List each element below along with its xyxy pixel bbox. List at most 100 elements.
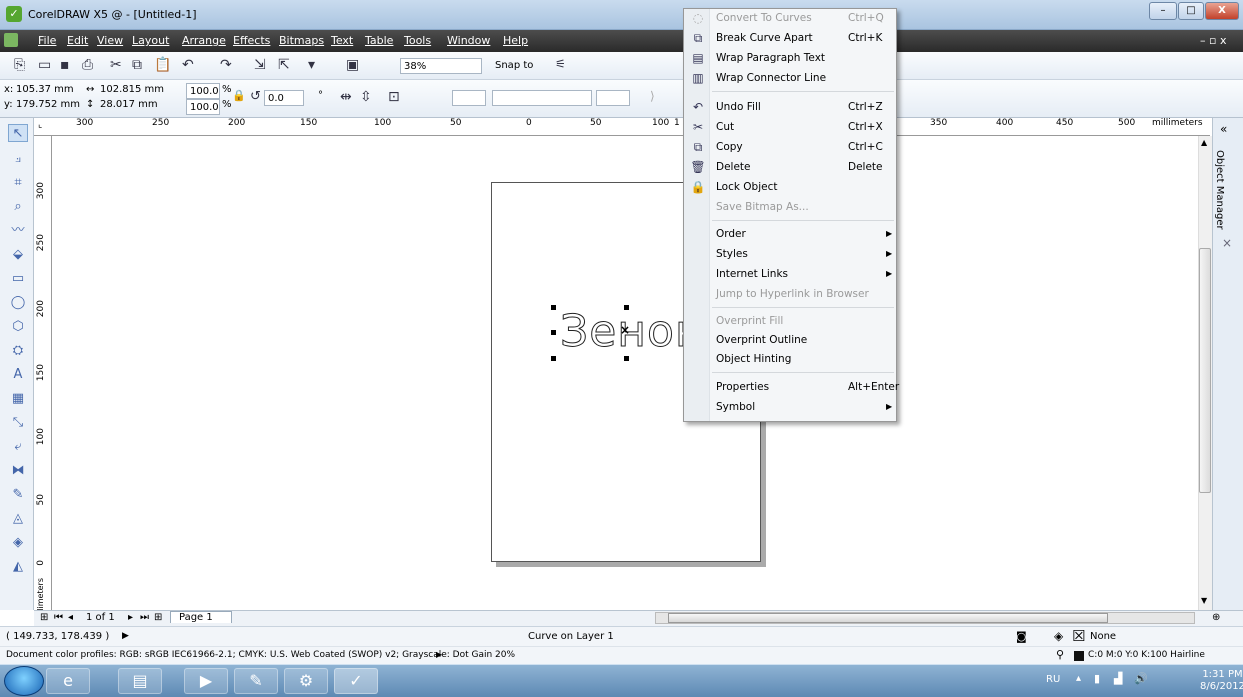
ctx-convert-to-curves[interactable]: Convert To Curves	[716, 9, 812, 27]
menu-text[interactable]: Text	[331, 34, 353, 47]
ctx-internet-links[interactable]: Internet Links	[716, 265, 788, 283]
save-icon[interactable]: ▪	[60, 57, 70, 73]
page-tab[interactable]: Page 1	[170, 611, 232, 623]
profiles-expand-icon[interactable]: ▶	[436, 650, 442, 659]
selection-handle[interactable]	[551, 305, 556, 310]
menu-bitmaps[interactable]: Bitmaps	[279, 34, 324, 47]
zoom-navigator-icon[interactable]: ⊕	[1212, 612, 1220, 623]
basic-shapes-tool-icon[interactable]: ⛭	[8, 342, 28, 360]
mirror-horizontal-icon[interactable]: ⇹	[340, 89, 352, 105]
vertical-ruler[interactable]: 300 250 200 150 100 50 0 millimeters	[34, 136, 52, 623]
object-manager-tab[interactable]: Object Manager	[1214, 150, 1225, 230]
network-status-icon[interactable]: ▟	[1114, 672, 1122, 685]
quick-trace-icon[interactable]: ⊡	[388, 89, 400, 105]
export-icon[interactable]: ⇱	[278, 57, 290, 73]
paint-app-icon[interactable]: ✎	[234, 668, 278, 694]
add-page-after-icon[interactable]: ⊞	[154, 612, 162, 623]
ctx-lock-object[interactable]: Lock Object	[716, 178, 777, 196]
scale-y-field[interactable]: 100.0	[186, 99, 220, 115]
ctx-properties[interactable]: Properties	[716, 378, 769, 396]
ctx-undo-fill[interactable]: Undo Fill	[716, 98, 761, 116]
menu-edit[interactable]: Edit	[67, 34, 88, 47]
ctx-overprint-outline[interactable]: Overprint Outline	[716, 331, 807, 349]
connector-tool-icon[interactable]: ⤶	[8, 438, 28, 456]
network-app-icon[interactable]: ⚙	[284, 668, 328, 694]
pick-tool-icon[interactable]: ↖	[8, 124, 28, 142]
add-page-before-icon[interactable]: ⊞	[40, 612, 48, 623]
menu-effects[interactable]: Effects	[233, 34, 270, 47]
ctx-delete[interactable]: Delete	[716, 158, 751, 176]
table-tool-icon[interactable]: ▦	[8, 390, 28, 408]
selection-handle[interactable]	[551, 330, 556, 335]
import-icon[interactable]: ⇲	[254, 57, 266, 73]
options-icon[interactable]: ⚟	[555, 57, 566, 71]
docker-collapse-icon[interactable]: «	[1220, 122, 1227, 136]
ctx-styles[interactable]: Styles	[716, 245, 748, 263]
ctx-overprint-fill[interactable]: Overprint Fill	[716, 312, 783, 330]
document-window-controls[interactable]: – ▫ x	[1200, 34, 1226, 47]
fill-tool-icon[interactable]: ◈	[8, 534, 28, 552]
system-clock[interactable]: 1:31 PM 8/6/2012	[1200, 669, 1243, 693]
redo-icon[interactable]: ↷	[220, 57, 232, 73]
ctx-jump-to-hyperlink[interactable]: Jump to Hyperlink in Browser	[716, 285, 869, 303]
rectangle-tool-icon[interactable]: ▭	[8, 270, 28, 288]
horizontal-ruler[interactable]: ⌞ 300 250 200 150 100 50 0 50 100 1 350 …	[34, 118, 1210, 136]
menu-help[interactable]: Help	[503, 34, 528, 47]
print-icon[interactable]: ⎙	[82, 57, 93, 73]
x-position-field[interactable]: 105.37 mm	[16, 84, 74, 95]
menu-layout[interactable]: Layout	[132, 34, 169, 47]
copy-icon[interactable]: ⧉	[132, 57, 142, 73]
ctx-save-bitmap-as[interactable]: Save Bitmap As...	[716, 198, 809, 216]
menu-table[interactable]: Table	[365, 34, 393, 47]
ctx-wrap-connector-line[interactable]: Wrap Connector Line	[716, 69, 826, 87]
previous-page-icon[interactable]: ◂	[68, 612, 73, 623]
zoom-level-select[interactable]: 38%	[400, 58, 482, 74]
start-button[interactable]	[4, 666, 44, 696]
ctx-object-hinting[interactable]: Object Hinting	[716, 350, 791, 368]
height-field[interactable]: 28.017 mm	[100, 99, 158, 110]
y-position-field[interactable]: 179.752 mm	[16, 99, 80, 110]
horizontal-scroll-thumb[interactable]	[668, 613, 1108, 623]
minimize-button[interactable]: –	[1149, 2, 1177, 20]
lock-ratio-icon[interactable]: 🔒	[232, 89, 246, 102]
maximize-button[interactable]: □	[1178, 2, 1204, 20]
file-explorer-icon[interactable]: ▤	[118, 668, 162, 694]
text-tool-icon[interactable]: A	[8, 366, 28, 384]
crop-tool-icon[interactable]: ⌗	[8, 174, 28, 192]
rotation-field[interactable]: 0.0	[264, 90, 304, 106]
ruler-origin-icon[interactable]: ⌞	[38, 120, 42, 130]
rotation-center-icon[interactable]: ×	[620, 323, 630, 337]
menu-tools[interactable]: Tools	[404, 34, 431, 47]
selection-handle[interactable]	[624, 305, 629, 310]
start-arrow-select[interactable]	[452, 90, 486, 106]
ellipse-tool-icon[interactable]: ◯	[8, 294, 28, 312]
ctx-cut[interactable]: Cut	[716, 118, 734, 136]
welcome-screen-icon[interactable]: ▣	[346, 57, 359, 73]
new-document-icon[interactable]: ⎘	[14, 57, 25, 73]
menu-arrange[interactable]: Arrange	[182, 34, 226, 47]
ctx-break-curve-apart[interactable]: Break Curve Apart	[716, 29, 813, 47]
vertical-scroll-thumb[interactable]	[1199, 248, 1211, 493]
status-expand-icon[interactable]: ▶	[122, 631, 129, 641]
media-player-icon[interactable]: ▶	[184, 668, 228, 694]
width-field[interactable]: 102.815 mm	[100, 84, 164, 95]
no-fill-swatch-icon[interactable]: ☒	[1072, 627, 1085, 645]
coreldraw-app-icon[interactable]: ✓	[6, 6, 22, 22]
tray-app-icon[interactable]: ▮	[1094, 672, 1100, 685]
ctx-symbol[interactable]: Symbol	[716, 398, 755, 416]
menu-window[interactable]: Window	[447, 34, 490, 47]
application-launcher-icon[interactable]: ▾	[308, 57, 315, 73]
show-hidden-icons-icon[interactable]: ▴	[1076, 673, 1081, 684]
scale-x-field[interactable]: 100.0	[186, 83, 220, 99]
internet-explorer-icon[interactable]: e	[46, 668, 90, 694]
zoom-tool-icon[interactable]: ⌕	[8, 198, 28, 216]
ctx-copy[interactable]: Copy	[716, 138, 743, 156]
open-icon[interactable]: ▭	[38, 57, 51, 73]
freehand-tool-icon[interactable]: 〰	[8, 222, 28, 240]
smart-fill-tool-icon[interactable]: ⬙	[8, 246, 28, 264]
interactive-fill-tool-icon[interactable]: ◭	[8, 558, 28, 576]
document-icon[interactable]	[4, 33, 18, 47]
menu-view[interactable]: View	[97, 34, 123, 47]
outline-tool-icon[interactable]: ◬	[8, 510, 28, 528]
blend-tool-icon[interactable]: ⧓	[8, 462, 28, 480]
